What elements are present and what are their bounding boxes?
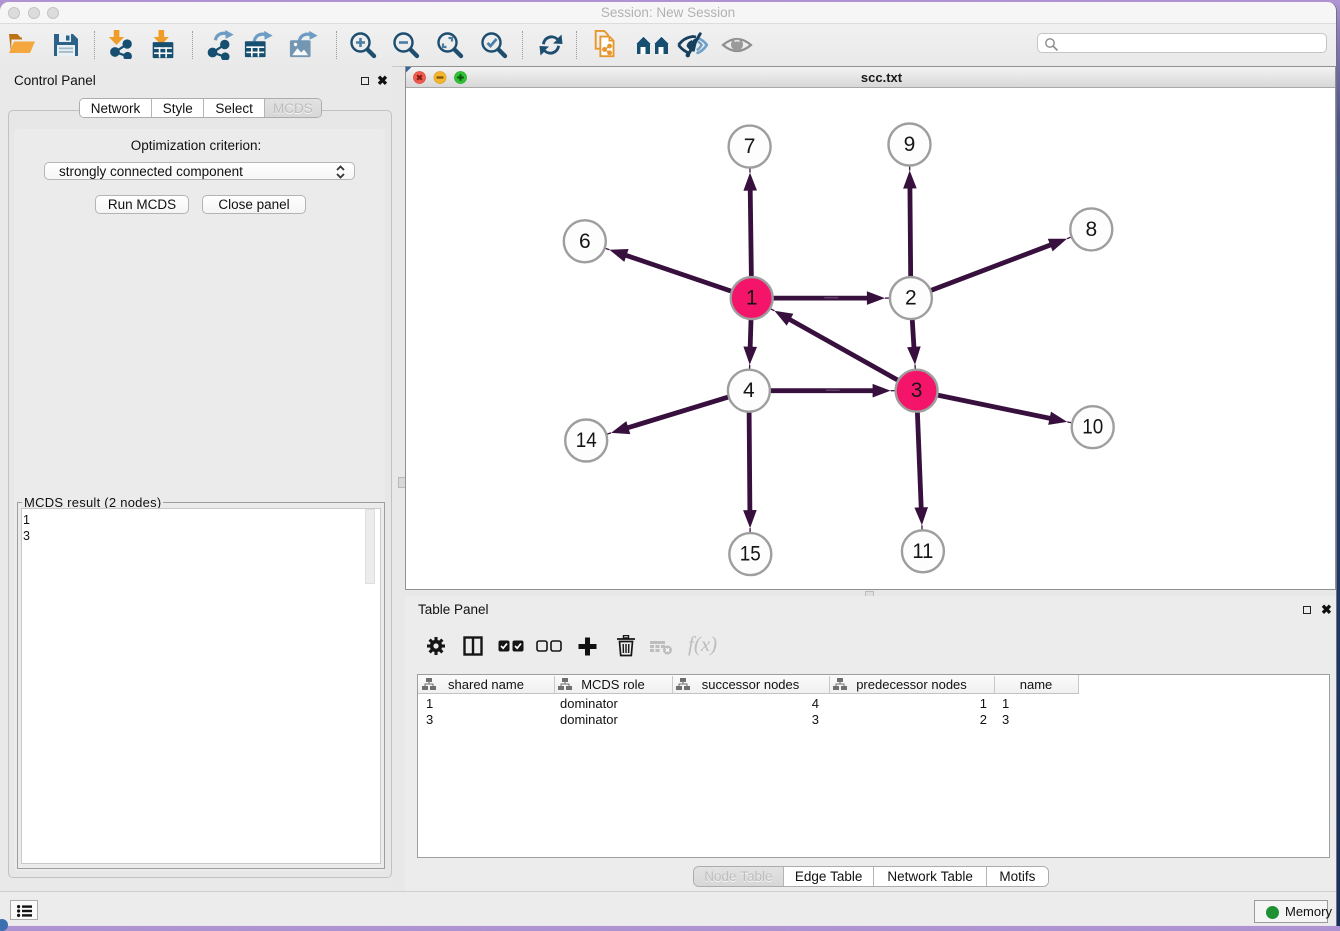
svg-text:8: 8 bbox=[1085, 218, 1097, 241]
svg-text:4: 4 bbox=[743, 379, 755, 402]
svg-text:3: 3 bbox=[911, 379, 923, 402]
svg-text:7: 7 bbox=[744, 135, 756, 158]
svg-text:6: 6 bbox=[579, 230, 591, 253]
svg-text:15: 15 bbox=[740, 543, 761, 566]
svg-text:11: 11 bbox=[912, 540, 933, 563]
svg-text:2: 2 bbox=[905, 287, 917, 310]
svg-text:10: 10 bbox=[1082, 416, 1103, 439]
svg-text:1: 1 bbox=[746, 287, 758, 310]
svg-text:9: 9 bbox=[904, 133, 916, 156]
svg-text:14: 14 bbox=[576, 429, 597, 452]
